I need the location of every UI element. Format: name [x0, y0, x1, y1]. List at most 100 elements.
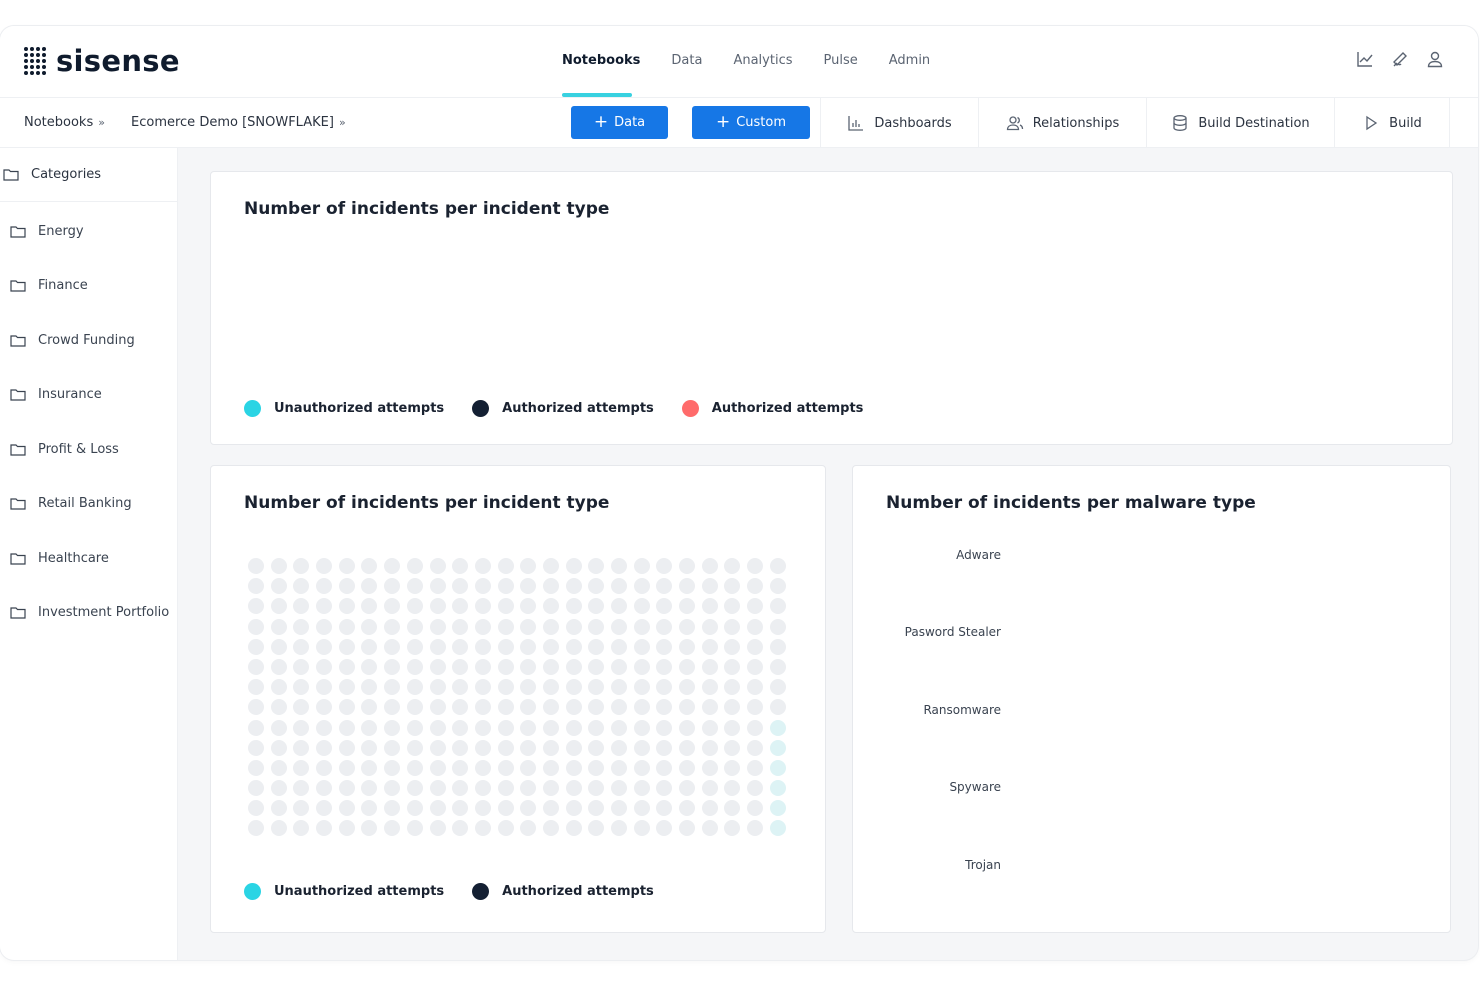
sidebar-item-insurance[interactable]: Insurance [10, 387, 102, 402]
nav-pulse[interactable]: Pulse [824, 53, 858, 68]
waffle-cell [316, 618, 333, 635]
waffle-cell [747, 800, 764, 817]
panel-title: Number of incidents per incident type [244, 493, 610, 513]
waffle-cell [565, 638, 582, 655]
nav-admin[interactable]: Admin [889, 53, 930, 68]
waffle-cell [497, 759, 514, 776]
waffle-cell [293, 578, 310, 595]
legend-item-authorized-red[interactable]: Authorized attempts [681, 400, 863, 417]
waffle-cell [633, 679, 650, 696]
waffle-cell [656, 578, 673, 595]
waffle-cell [747, 578, 764, 595]
waffle-cell [474, 658, 491, 675]
waffle-cell [384, 780, 401, 797]
waffle-cell [769, 658, 786, 675]
waffle-cell [406, 739, 423, 756]
add-custom-button[interactable]: + Custom [692, 106, 810, 139]
waffle-cell [248, 638, 264, 655]
add-data-button[interactable]: + Data [571, 106, 668, 139]
waffle-cell [406, 679, 423, 696]
waffle-cell [769, 679, 786, 696]
waffle-cell [769, 820, 786, 837]
waffle-cell [520, 638, 537, 655]
sisense-logo[interactable]: sisense [24, 44, 180, 78]
waffle-cell [656, 558, 673, 574]
waffle-cell [452, 679, 469, 696]
waffle-cell [361, 618, 378, 635]
waffle-cell [406, 558, 423, 574]
waffle-cell [633, 598, 650, 615]
waffle-cell [701, 578, 718, 595]
waffle-cell [497, 800, 514, 817]
waffle-cell [338, 598, 355, 615]
tab-build[interactable]: Build [1334, 98, 1450, 148]
waffle-cell [633, 759, 650, 776]
waffle-cell [270, 658, 287, 675]
legend-item-unauthorized[interactable]: Unauthorized attempts [244, 883, 444, 900]
waffle-cell [724, 679, 741, 696]
nav-analytics[interactable]: Analytics [733, 53, 792, 68]
panel-title: Number of incidents per incident type [244, 199, 610, 219]
tab-dashboards[interactable]: Dashboards [820, 98, 978, 148]
waffle-cell [724, 699, 741, 716]
waffle-cell [588, 739, 605, 756]
waffle-cell [293, 800, 310, 817]
waffle-cell [384, 759, 401, 776]
plus-icon: + [593, 112, 609, 132]
user-icon[interactable] [1426, 50, 1444, 68]
waffle-cell [565, 679, 582, 696]
waffle-cell [611, 800, 627, 817]
waffle-cell [316, 820, 333, 837]
sidebar-item-crowd-funding[interactable]: Crowd Funding [10, 333, 135, 348]
nav-notebooks[interactable]: Notebooks [562, 53, 640, 68]
waffle-cell [747, 638, 764, 655]
sidebar-item-investment-portfolio[interactable]: Investment Portfolio [10, 605, 169, 620]
waffle-cell [724, 739, 741, 756]
legend-item-unauthorized[interactable]: Unauthorized attempts [244, 400, 444, 417]
waffle-cell [769, 598, 786, 615]
nav-data[interactable]: Data [671, 53, 702, 68]
waffle-cell [429, 658, 446, 675]
bell-icon[interactable] [1391, 50, 1409, 68]
sidebar-item-finance[interactable]: Finance [10, 278, 88, 293]
sidebar-item-healthcare[interactable]: Healthcare [10, 551, 109, 566]
breadcrumb-ecomerce-demo[interactable]: Ecomerce Demo [SNOWFLAKE]» [131, 115, 346, 130]
sidebar-item-energy[interactable]: Energy [10, 224, 84, 239]
tab-build-destination[interactable]: Build Destination [1146, 98, 1334, 148]
tab-relationships[interactable]: Relationships [978, 98, 1146, 148]
waffle-cell [452, 578, 469, 595]
waffle-cell [361, 558, 378, 574]
waffle-cell [248, 800, 264, 817]
waffle-cell [384, 739, 401, 756]
waffle-cell [270, 598, 287, 615]
waffle-cell [611, 679, 627, 696]
legend-item-authorized[interactable]: Authorized attempts [472, 883, 654, 900]
waffle-cell [452, 598, 469, 615]
legend-item-authorized[interactable]: Authorized attempts [472, 400, 654, 417]
waffle-cell [633, 699, 650, 716]
category-label-spyware: Spyware [949, 780, 1001, 794]
logo-mark-icon [24, 47, 46, 75]
waffle-cell [384, 638, 401, 655]
waffle-cell [406, 719, 423, 736]
breadcrumb-notebooks[interactable]: Notebooks» [24, 115, 105, 130]
waffle-cell [497, 699, 514, 716]
waffle-cell [452, 719, 469, 736]
waffle-cell [248, 739, 264, 756]
waffle-cell [474, 739, 491, 756]
waffle-cell [293, 699, 310, 716]
waffle-cell [542, 820, 559, 837]
waffle-cell [588, 638, 605, 655]
waffle-cell [316, 658, 333, 675]
line-chart-icon[interactable] [1356, 50, 1374, 68]
sidebar-item-profit-loss[interactable]: Profit & Loss [10, 442, 119, 457]
waffle-cell [316, 780, 333, 797]
waffle-cell [429, 739, 446, 756]
waffle-cell [701, 699, 718, 716]
sidebar-item-retail-banking[interactable]: Retail Banking [10, 496, 132, 511]
categories-header[interactable]: Categories [0, 148, 177, 202]
waffle-cell [248, 780, 264, 797]
waffle-cell [588, 719, 605, 736]
legend-dot [472, 400, 490, 417]
folder-icon [10, 279, 26, 292]
